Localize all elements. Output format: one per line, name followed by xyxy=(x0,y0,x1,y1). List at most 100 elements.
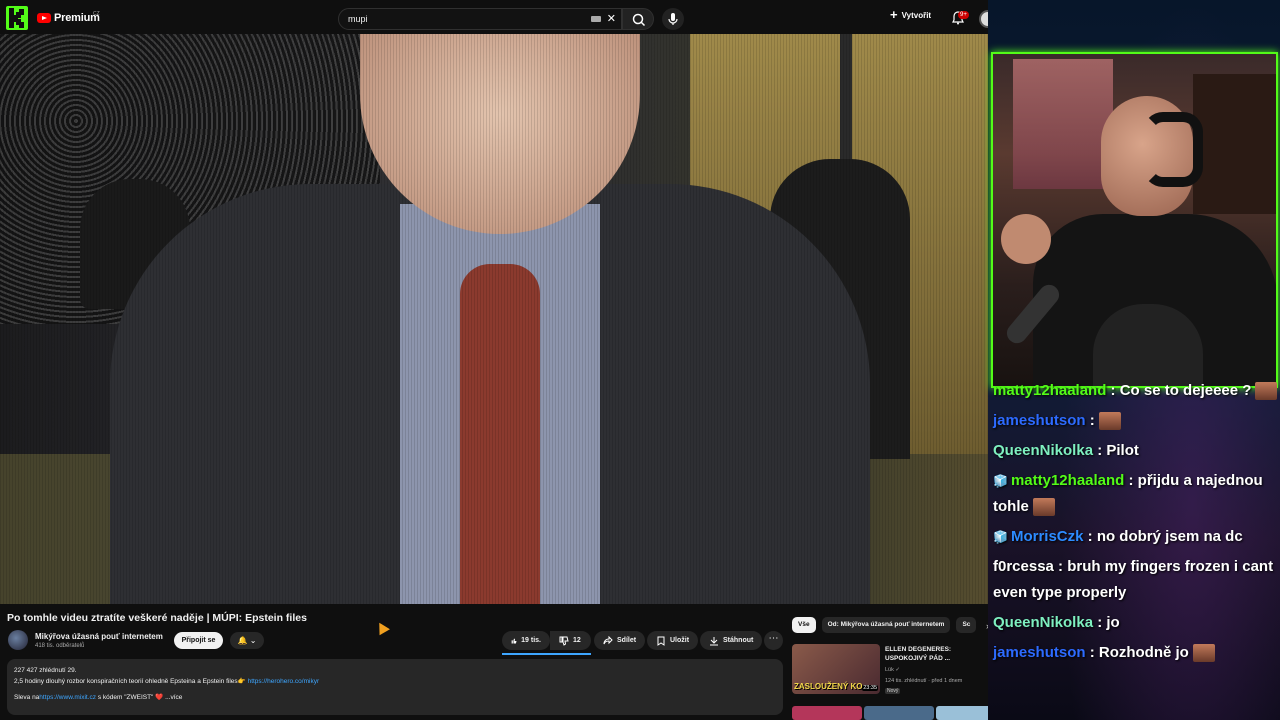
search-button[interactable] xyxy=(622,8,654,30)
chat-feed: matty12haaland : Co se to dejeeee ? james… xyxy=(993,378,1278,670)
save-label: Uložit xyxy=(670,637,690,644)
filter-chips: Vše Od: Mikýřova úžasná pouť internetem … xyxy=(792,617,977,633)
save-button[interactable]: Uložit xyxy=(647,631,699,650)
voice-search-button[interactable] xyxy=(662,8,684,30)
mic-icon xyxy=(668,13,678,25)
dislike-count: 12 xyxy=(573,637,581,644)
search-icon xyxy=(632,13,646,27)
description-box[interactable]: 227 427 zhlédnutí 29. 2,5 hodiny dlouhý … xyxy=(7,659,783,715)
youtube-window: Premium CZ mupi ✕ + Vytvořit 9+ Po tomhl… xyxy=(0,0,1012,720)
headphones-icon xyxy=(1143,112,1203,187)
create-button[interactable]: + Vytvořit xyxy=(890,7,932,22)
recommendation-meta: 124 tis. zhlédnutí · před 1 dnem xyxy=(885,678,963,684)
chat-text: : xyxy=(1085,412,1095,429)
chat-username[interactable]: QueenNikolka xyxy=(993,442,1093,459)
share-button[interactable]: Sdílet xyxy=(594,631,646,650)
chat-username[interactable]: jameshutson xyxy=(993,644,1086,661)
chat-text: : Co se to dejeeee ? xyxy=(1106,382,1252,399)
recommendation-title[interactable]: ELLEN DEGENERES: USPOKOJIVÝ PÁD ... xyxy=(885,645,985,663)
video-title: Po tomhle videu ztratíte veškeré naděje … xyxy=(7,612,307,624)
chat-username[interactable]: matty12haaland xyxy=(993,382,1106,399)
chat-text: : jo xyxy=(1093,614,1120,631)
like-ratio-bar xyxy=(502,653,591,655)
kick-logo-icon xyxy=(6,6,28,30)
chat-message: 🧊 MorrisCzk : no dobrý jsem na dc xyxy=(993,524,1278,550)
video-scanlines xyxy=(0,34,1012,604)
view-stats: 227 427 zhlédnutí 29. xyxy=(14,667,77,674)
description-link-1[interactable]: https://herohero.co/mikyr xyxy=(248,678,320,685)
chat-message: jameshutson : Rozhodně jo xyxy=(993,640,1278,666)
chat-message: f0rcessa : bruh my fingers frozen i cant… xyxy=(993,554,1278,606)
chip-all[interactable]: Vše xyxy=(792,617,816,633)
keyboard-icon[interactable] xyxy=(591,16,601,22)
chat-message: jameshutson : xyxy=(993,408,1278,434)
recommendation-thumbnail-2[interactable] xyxy=(792,706,862,720)
youtube-play-icon xyxy=(37,13,51,23)
chip-more[interactable]: Sc xyxy=(956,617,977,633)
subscriber-count: 418 tis. odběratelů xyxy=(35,643,85,649)
chat-username[interactable]: jameshutson xyxy=(993,412,1086,429)
cam-shelf xyxy=(1193,74,1276,214)
search-input[interactable]: mupi xyxy=(348,14,368,24)
video-duration: 23:35 xyxy=(862,685,878,691)
share-label: Sdílet xyxy=(617,637,637,644)
chat-text: : no dobrý jsem na dc xyxy=(1083,528,1243,545)
youtube-logo[interactable]: Premium xyxy=(37,12,100,24)
chat-message: QueenNikolka : Pilot xyxy=(993,438,1278,464)
plus-icon: + xyxy=(890,7,898,22)
video-player[interactable] xyxy=(0,34,1012,604)
chat-message: 🧊 matty12haaland : přijdu a najednou tohl… xyxy=(993,468,1278,520)
chat-text: : Rozhodně jo xyxy=(1085,644,1189,661)
chat-username[interactable]: f0rcessa xyxy=(993,558,1054,575)
like-count: 19 tis. xyxy=(521,637,541,644)
recommendation-channel[interactable]: Lük ✓ xyxy=(885,667,900,673)
notifications-badge: 9+ xyxy=(958,11,969,19)
recommendation-thumbnail[interactable]: ZASLOUŽENÝ KO 23:35 xyxy=(792,644,880,694)
cam-hand xyxy=(1001,214,1051,264)
search-box[interactable]: mupi ✕ xyxy=(338,8,622,30)
thumbs-down-icon xyxy=(559,636,569,646)
chat-username[interactable]: MorrisCzk xyxy=(1011,528,1084,545)
new-badge: Nový xyxy=(885,688,901,694)
channel-avatar[interactable] xyxy=(8,630,28,650)
download-button[interactable]: Stáhnout xyxy=(700,631,763,650)
chat-message: QueenNikolka : jo xyxy=(993,610,1278,636)
chat-username[interactable]: QueenNikolka xyxy=(993,614,1093,631)
description-suffix: s kódem "ZWEIST" ❤️ ...více xyxy=(96,694,183,701)
description-line-2: Sleva nahttps://www.mixit.cz s kódem "ZW… xyxy=(14,692,776,703)
description-link-2[interactable]: https://www.mixit.cz xyxy=(39,694,96,701)
description-line-1: 2,5 hodiny dlouhý rozbor konspiračních t… xyxy=(14,676,776,687)
channel-name[interactable]: Mikýřova úžasná pouť internetem xyxy=(35,632,163,641)
subscription-bell-button[interactable]: 🔔 ⌄ xyxy=(230,632,264,649)
more-icon[interactable]: ⋯ xyxy=(764,631,783,650)
recommendation-thumbnail-3[interactable] xyxy=(864,706,934,720)
cam-chair xyxy=(1093,304,1203,386)
chat-badge-icon: 🧊 xyxy=(993,474,1008,488)
webcam-feed xyxy=(991,52,1278,388)
chat-username[interactable]: matty12haaland xyxy=(1011,472,1124,489)
mouse-cursor-icon xyxy=(374,619,390,636)
chat-message: matty12haaland : Co se to dejeeee ? xyxy=(993,378,1278,404)
dislike-button[interactable]: 12 xyxy=(550,631,591,650)
save-icon xyxy=(657,636,665,646)
top-bar: Premium CZ mupi ✕ + Vytvořit 9+ xyxy=(0,0,1012,36)
logo-region: CZ xyxy=(93,11,100,17)
description-prefix: Sleva na xyxy=(14,694,40,701)
description-text: 2,5 hodiny dlouhý rozbor konspiračních t… xyxy=(14,678,248,685)
chat-emote-icon xyxy=(1255,382,1278,401)
download-icon xyxy=(710,636,718,645)
close-icon[interactable]: ✕ xyxy=(607,12,616,25)
thumbnail-text: ZASLOUŽENÝ KO xyxy=(794,682,863,691)
chat-emote-icon xyxy=(1192,644,1215,663)
chat-badge-icon: 🧊 xyxy=(993,530,1008,544)
chat-emote-icon xyxy=(1098,412,1121,431)
share-icon xyxy=(603,635,613,644)
join-button[interactable]: Připojit se xyxy=(174,632,223,649)
like-button[interactable]: 19 tis. xyxy=(502,631,550,650)
cam-window xyxy=(1013,59,1113,189)
chat-text: : Pilot xyxy=(1093,442,1139,459)
chip-channel[interactable]: Od: Mikýřova úžasná pouť internetem xyxy=(821,617,951,633)
thumbs-up-icon xyxy=(511,638,517,643)
create-label: Vytvořit xyxy=(901,10,932,20)
download-label: Stáhnout xyxy=(723,637,754,644)
